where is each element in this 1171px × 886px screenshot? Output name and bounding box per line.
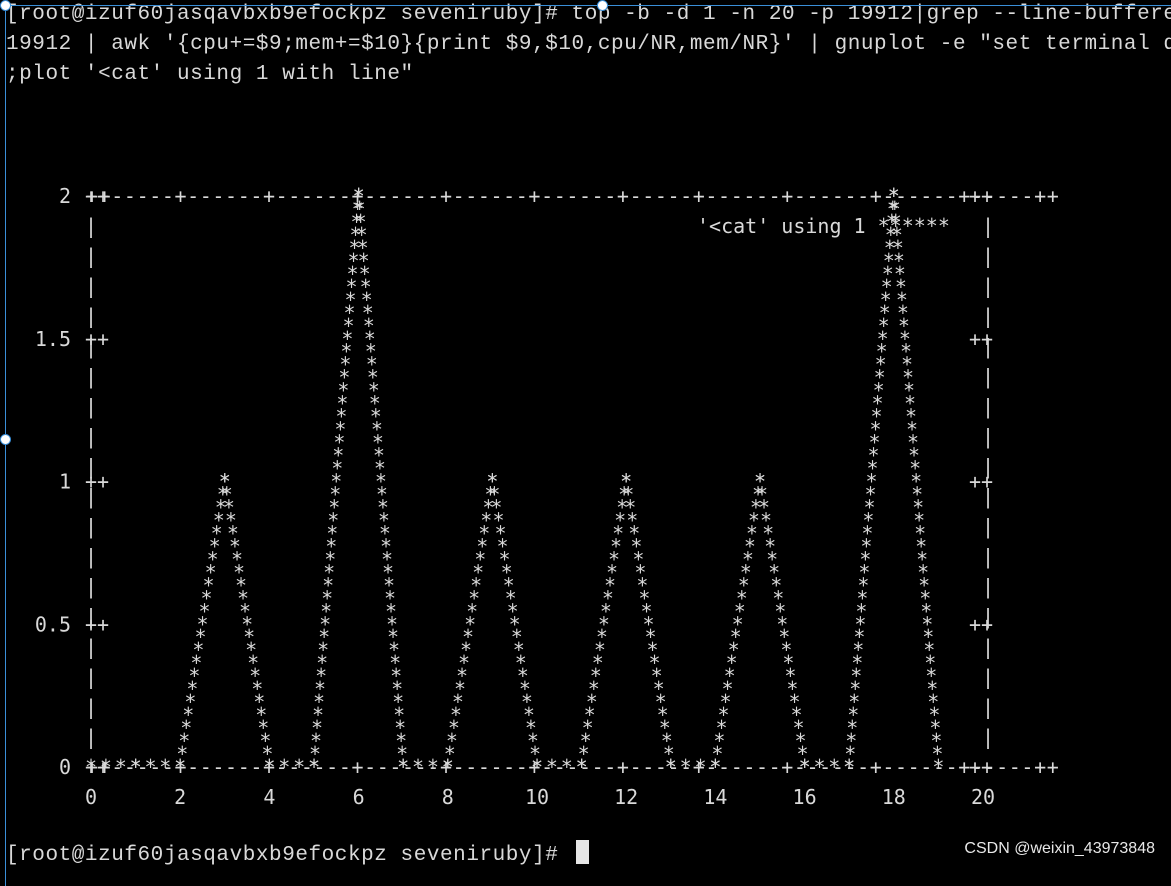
y-tick-mark-left: ++ xyxy=(85,612,109,636)
frame-left-side: | xyxy=(85,515,97,539)
frame-right-side: | xyxy=(982,545,994,569)
frame-right-side: | xyxy=(982,515,994,539)
y-tick-mark-right: ++ xyxy=(969,612,993,636)
data-point: * xyxy=(427,755,439,779)
watermark: CSDN @weixin_43973848 xyxy=(964,840,1155,857)
resize-handle-top-left[interactable] xyxy=(0,0,11,11)
x-tick-label: 6 xyxy=(353,785,365,809)
frame-right-side: | xyxy=(982,244,994,268)
data-point: * xyxy=(680,755,692,779)
frame-right-side: | xyxy=(982,665,994,689)
frame-left-side: | xyxy=(85,545,97,569)
frame-right-side: | xyxy=(982,394,994,418)
data-point: * xyxy=(397,755,409,779)
data-point: * xyxy=(665,755,677,779)
ascii-plot: ++-----+------+------+------+------+----… xyxy=(35,184,1059,809)
y-tick-label: 0 xyxy=(59,755,71,779)
data-point: * xyxy=(263,755,275,779)
y-tick-mark-left: ++ xyxy=(85,184,109,208)
data-point: * xyxy=(813,755,825,779)
data-point: * xyxy=(828,755,840,779)
x-tick-label: 8 xyxy=(442,785,454,809)
data-point: * xyxy=(561,755,573,779)
data-point: * xyxy=(100,755,112,779)
frame-left-side: | xyxy=(85,575,97,599)
data-point: * xyxy=(799,755,811,779)
frame-left-side: | xyxy=(85,304,97,328)
x-axis-ticks: 0 2 4 6 8 10 12 14 16 18 20 xyxy=(85,785,995,809)
x-tick-label: 2 xyxy=(174,785,186,809)
x-tick-label: 14 xyxy=(703,785,727,809)
y-tick-mark-right: ++ xyxy=(969,327,993,351)
resize-handle-top[interactable] xyxy=(597,0,608,11)
data-point: * xyxy=(695,755,707,779)
y-tick-mark-left: ++ xyxy=(85,470,109,494)
data-point: * xyxy=(932,755,944,779)
data-point: * xyxy=(546,755,558,779)
x-tick-label: 20 xyxy=(971,785,995,809)
data-point: * xyxy=(85,755,97,779)
terminal-window[interactable]: [root@izuf60jasqavbxb9efockpz seveniruby… xyxy=(0,0,1171,868)
shell-prompt: [root@izuf60jasqavbxb9efockpz seveniruby… xyxy=(6,844,572,867)
y-tick-label: 2 xyxy=(59,184,71,208)
text-cursor xyxy=(575,840,589,864)
frame-right-side: | xyxy=(982,575,994,599)
chart-legend: '<cat' using 1 ****** xyxy=(697,214,950,238)
frame-left-side: | xyxy=(85,244,97,268)
frame-left-side: | xyxy=(85,424,97,448)
frame-top: ++-----+------+------+------+------+----… xyxy=(86,184,1059,208)
data-point: * xyxy=(130,755,142,779)
x-tick-label: 0 xyxy=(85,785,97,809)
y-tick-label: 1.5 xyxy=(35,327,71,351)
frame-right-side: | xyxy=(982,695,994,719)
frame-right-side: | xyxy=(982,214,994,238)
frame-right-side: | xyxy=(982,725,994,749)
data-point: * xyxy=(531,755,543,779)
frame-right-side: | xyxy=(982,424,994,448)
y-tick-label: 1 xyxy=(59,470,71,494)
y-tick-mark-right: ++ xyxy=(969,470,993,494)
x-tick-label: 4 xyxy=(263,785,275,809)
x-tick-label: 18 xyxy=(882,785,906,809)
y-tick-mark-left: ++ xyxy=(85,327,109,351)
frame-right-side: | xyxy=(982,364,994,388)
frame-right-side: | xyxy=(982,635,994,659)
data-point: * xyxy=(412,755,424,779)
frame-right-side: | xyxy=(982,274,994,298)
frame-left-side: | xyxy=(85,695,97,719)
x-tick-label: 12 xyxy=(614,785,638,809)
data-point: * xyxy=(144,755,156,779)
frame-left-side: | xyxy=(85,274,97,298)
y-tick-mark-right: ++ xyxy=(969,184,993,208)
x-tick-label: 10 xyxy=(525,785,549,809)
data-point: * xyxy=(159,755,171,779)
frame-left-side: | xyxy=(85,725,97,749)
data-point: * xyxy=(293,755,305,779)
y-tick-mark-right: ++ xyxy=(969,755,993,779)
y-tick-label: 0.5 xyxy=(35,612,71,636)
frame-left-side: | xyxy=(85,214,97,238)
data-series: * * * ** * * *********************************… xyxy=(85,184,944,779)
frame-left-side: | xyxy=(85,394,97,418)
frame-left-side: | xyxy=(85,665,97,689)
frame-left-side: | xyxy=(85,364,97,388)
data-point: * xyxy=(278,755,290,779)
x-tick-label: 16 xyxy=(793,785,817,809)
frame-left-side: | xyxy=(85,635,97,659)
frame-right-side: | xyxy=(982,304,994,328)
shell-prompt-line[interactable]: [root@izuf60jasqavbxb9efockpz seveniruby… xyxy=(6,840,589,868)
data-point: * xyxy=(115,755,127,779)
resize-handle-left[interactable] xyxy=(0,434,11,445)
